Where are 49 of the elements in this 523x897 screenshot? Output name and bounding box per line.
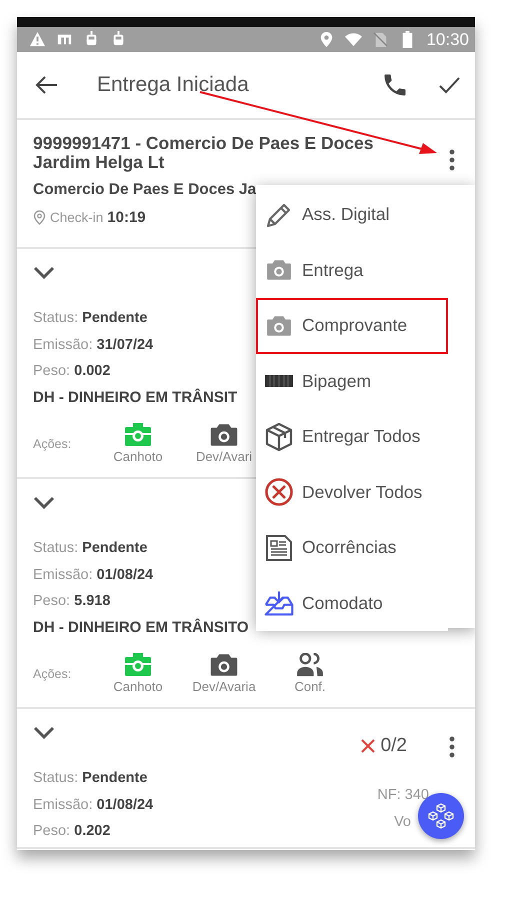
action-button[interactable]: Dev/Avaria	[181, 652, 267, 694]
menu-item[interactable]: Comodato	[256, 576, 448, 631]
more-icon[interactable]	[449, 149, 455, 171]
payment-text: DH - DINHEIRO EM TRÂNSIT	[33, 388, 238, 408]
chevron-down-icon[interactable]	[33, 726, 55, 740]
nf-text: NF: 340	[377, 787, 429, 803]
progress-count: 0/2	[380, 735, 407, 757]
status-time: 10:30	[426, 30, 469, 50]
people-icon	[296, 652, 324, 676]
document-icon	[264, 532, 294, 563]
action-button[interactable]: Canhoto	[95, 422, 181, 464]
menu-item[interactable]: Comprovante	[256, 298, 448, 354]
warning-icon	[29, 31, 46, 48]
field-text: Emissão: 31/07/24	[33, 336, 154, 354]
action-button[interactable]: Canhoto	[95, 652, 181, 694]
customer-name: Comercio De Paes E Doces Ja	[33, 181, 258, 199]
actions-label: Ações:	[33, 666, 72, 680]
camera-icon	[209, 422, 239, 446]
field-text: Emissão: 01/08/24	[33, 796, 154, 814]
camera-icon	[124, 422, 152, 446]
camera-icon	[209, 652, 239, 676]
location-icon	[33, 210, 46, 225]
camera-icon	[266, 259, 292, 282]
cancel-icon	[264, 477, 294, 508]
box-icon	[264, 422, 294, 452]
chevron-down-icon[interactable]	[33, 496, 55, 510]
chevron-down-icon[interactable]	[33, 266, 55, 280]
checkin-time: 10:19	[107, 209, 146, 226]
camera-icon	[266, 314, 292, 337]
volume-text: Vo	[394, 814, 411, 830]
field-text: Status: Pendente	[33, 769, 148, 788]
field-text: Status: Pendente	[33, 309, 148, 328]
camera-icon	[124, 652, 152, 676]
actions-label: Ações:	[33, 436, 72, 450]
wifi-icon	[345, 31, 362, 48]
cubes-icon	[426, 801, 456, 831]
screen-title: Entrega Iniciada	[97, 73, 250, 97]
no-sim-icon	[372, 31, 390, 48]
checkin-label: Check-in	[50, 210, 104, 225]
payment-text: DH - DINHEIRO EM TRÂNSITO	[33, 618, 250, 638]
customer-title: 9999991471 - Comercio De Paes E Doces Jardim Helga Lt	[33, 134, 374, 172]
field-text: Peso: 0.202	[33, 822, 110, 841]
field-text: Emissão: 01/08/24	[33, 566, 154, 584]
field-text: Status: Pendente	[33, 539, 148, 558]
field-text: Peso: 0.002	[33, 362, 110, 381]
close-icon	[360, 739, 375, 753]
more-icon[interactable]	[449, 736, 455, 758]
field-text: Peso: 5.918	[33, 592, 110, 611]
action-button[interactable]: Conf.	[267, 652, 353, 694]
